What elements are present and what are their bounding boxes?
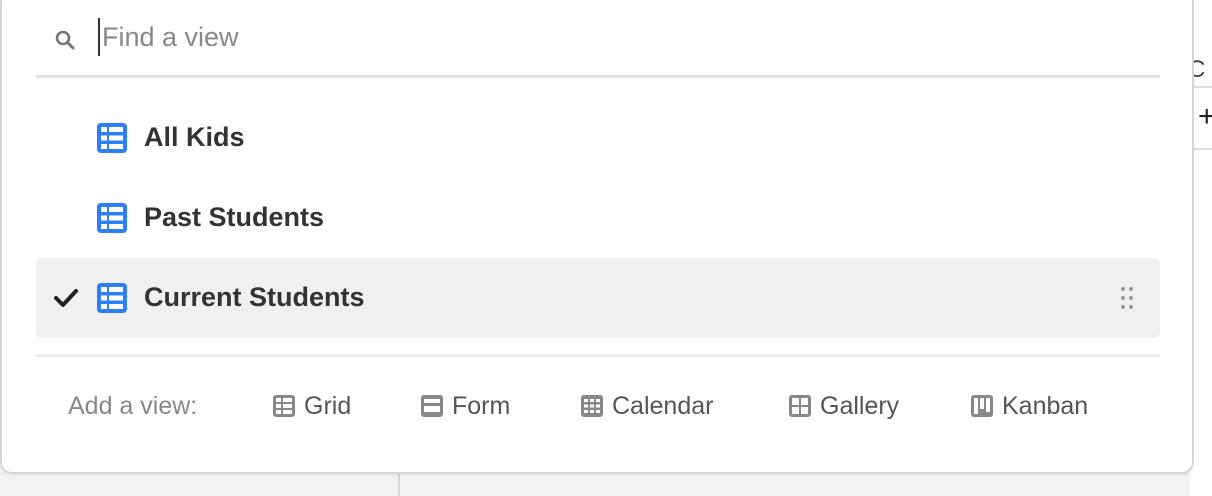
search-row	[36, 0, 1160, 78]
view-label: All Kids	[144, 122, 245, 152]
divider	[36, 354, 1160, 357]
view-item-all-kids[interactable]: All Kids	[36, 98, 1160, 178]
add-kanban-view-button[interactable]: Kanban	[970, 388, 1088, 424]
grid-view-icon	[97, 203, 127, 233]
add-field-button[interactable]: +	[1198, 102, 1212, 132]
grid-icon	[273, 395, 295, 417]
calendar-icon	[581, 395, 603, 417]
background-divider	[1190, 148, 1212, 150]
gallery-icon	[789, 395, 811, 417]
view-label: Past Students	[144, 202, 325, 232]
grid-view-icon	[97, 123, 127, 153]
add-calendar-view-button[interactable]: Calendar	[580, 388, 713, 424]
kanban-icon	[971, 395, 993, 417]
form-icon	[421, 395, 443, 417]
drag-handle-icon[interactable]	[1120, 286, 1134, 310]
add-view-option-label: Grid	[304, 392, 352, 420]
add-view-option-label: Kanban	[1002, 392, 1089, 420]
view-label: Current Students	[144, 282, 365, 312]
search-icon	[55, 30, 75, 50]
add-view-option-label: Calendar	[612, 392, 714, 420]
background-column-divider	[398, 474, 400, 496]
search-input[interactable]	[98, 18, 998, 56]
add-grid-view-button[interactable]: Grid	[272, 388, 351, 424]
view-item-past-students[interactable]: Past Students	[36, 178, 1160, 258]
add-gallery-view-button[interactable]: Gallery	[788, 388, 899, 424]
view-switcher-popover: All Kids Past Students Current Students	[2, 0, 1192, 472]
add-form-view-button[interactable]: Form	[420, 388, 510, 424]
view-item-current-students[interactable]: Current Students	[36, 258, 1160, 338]
add-view-option-label: Gallery	[820, 392, 900, 420]
checkmark-icon	[54, 289, 78, 307]
add-view-label: Add a view:	[68, 392, 198, 420]
background-divider	[1190, 86, 1212, 88]
grid-view-icon	[97, 283, 127, 313]
add-view-option-label: Form	[452, 392, 511, 420]
